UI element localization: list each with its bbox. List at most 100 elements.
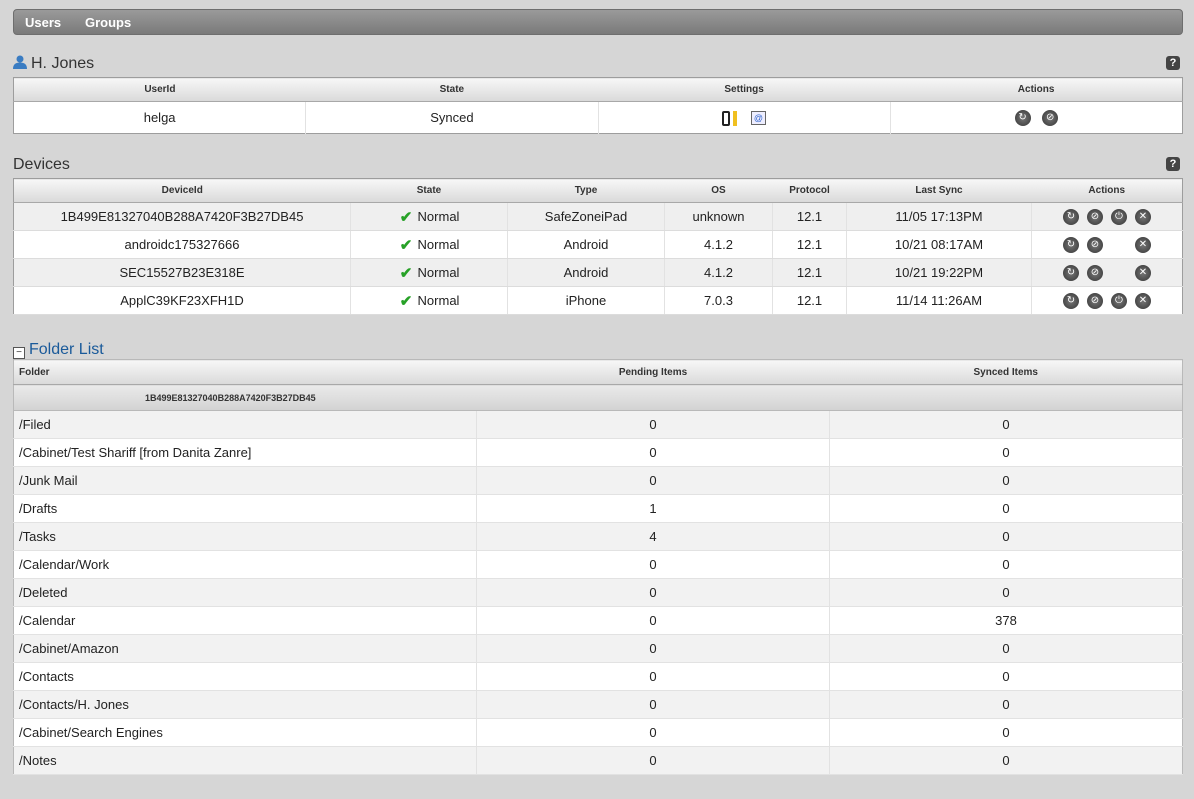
folder-row: /Notes 0 0 bbox=[13, 746, 1183, 775]
device-protocol-cell: 12.1 bbox=[772, 286, 847, 315]
col-last-sync: Last Sync bbox=[846, 178, 1032, 203]
col-folder: Folder bbox=[13, 359, 477, 385]
folder-name-cell: /Calendar bbox=[13, 606, 477, 635]
device-state-cell: ✔ Normal bbox=[350, 230, 508, 259]
device-actions-cell: ↻ ⊘ ⏻ ✕ bbox=[1031, 286, 1183, 315]
folder-list-title[interactable]: Folder List bbox=[29, 341, 104, 358]
block-icon[interactable]: ⊘ bbox=[1087, 236, 1103, 253]
refresh-icon[interactable]: ↻ bbox=[1063, 264, 1079, 281]
synced-items-cell: 0 bbox=[829, 494, 1183, 523]
power-icon[interactable]: ⏻ bbox=[1111, 292, 1127, 309]
device-row: ApplC39KF23XFH1D ✔ Normal iPhone 7.0.3 12.1 11… bbox=[13, 286, 1183, 315]
collapse-toggle-icon[interactable]: − bbox=[13, 347, 25, 359]
device-state-cell: ✔ Normal bbox=[350, 202, 508, 231]
block-icon[interactable]: ⊘ bbox=[1042, 109, 1059, 126]
device-os-cell: 4.1.2 bbox=[664, 258, 773, 287]
device-protocol-cell: 12.1 bbox=[772, 230, 847, 259]
settings-cell: @ bbox=[598, 101, 891, 134]
device-type-cell: iPhone bbox=[507, 286, 665, 315]
folder-row: /Contacts 0 0 bbox=[13, 662, 1183, 691]
device-id-cell: SEC15527B23E318E bbox=[13, 258, 351, 287]
device-state-label: Normal bbox=[417, 265, 460, 280]
refresh-icon[interactable]: ↻ bbox=[1063, 292, 1079, 309]
pending-items-cell: 0 bbox=[476, 578, 830, 607]
folder-name-cell: /Contacts bbox=[13, 662, 477, 691]
synced-items-cell: 0 bbox=[829, 522, 1183, 551]
power-icon[interactable]: ⏻ bbox=[1111, 208, 1127, 225]
device-state-cell: ✔ Normal bbox=[350, 258, 508, 287]
pending-items-cell: 0 bbox=[476, 662, 830, 691]
user-icon bbox=[13, 55, 27, 69]
folder-row: /Cabinet/Search Engines 0 0 bbox=[13, 718, 1183, 747]
device-type-cell: SafeZoneiPad bbox=[507, 202, 665, 231]
help-icon[interactable]: ? bbox=[1166, 56, 1180, 70]
col-synced: Synced Items bbox=[829, 359, 1183, 385]
device-type-cell: Android bbox=[507, 258, 665, 287]
check-icon: ✔ bbox=[399, 264, 413, 282]
col-state: State bbox=[350, 178, 508, 203]
device-id-cell: 1B499E81327040B288A7420F3B27DB45 bbox=[13, 202, 351, 231]
refresh-icon[interactable]: ↻ bbox=[1063, 236, 1079, 253]
block-icon[interactable]: ⊘ bbox=[1087, 264, 1103, 281]
tab-groups[interactable]: Groups bbox=[85, 15, 131, 30]
userid-cell: helga bbox=[13, 101, 307, 134]
device-protocol-cell: 12.1 bbox=[772, 202, 847, 231]
device-state-label: Normal bbox=[417, 237, 460, 252]
folder-row: /Filed 0 0 bbox=[13, 410, 1183, 439]
device-row: androidc175327666 ✔ Normal Android 4.1.2 12.1… bbox=[13, 230, 1183, 259]
col-protocol: Protocol bbox=[772, 178, 847, 203]
folder-list-heading: − Folder List bbox=[13, 341, 104, 359]
device-os-cell: unknown bbox=[664, 202, 773, 231]
synced-items-cell: 0 bbox=[829, 746, 1183, 775]
synced-items-cell: 0 bbox=[829, 578, 1183, 607]
folder-name-cell: /Notes bbox=[13, 746, 477, 775]
pending-items-cell: 0 bbox=[476, 606, 830, 635]
refresh-icon[interactable]: ↻ bbox=[1014, 109, 1031, 126]
folder-name-cell: /Contacts/H. Jones bbox=[13, 690, 477, 719]
synced-items-cell: 0 bbox=[829, 718, 1183, 747]
refresh-icon[interactable]: ↻ bbox=[1063, 208, 1079, 225]
folder-name-cell: /Junk Mail bbox=[13, 466, 477, 495]
synced-items-cell: 0 bbox=[829, 662, 1183, 691]
device-actions-cell: ↻ ⊘ ✕ bbox=[1031, 230, 1183, 259]
check-icon: ✔ bbox=[399, 236, 413, 254]
synced-items-cell: 0 bbox=[829, 438, 1183, 467]
folder-row: /Junk Mail 0 0 bbox=[13, 466, 1183, 495]
folder-row: /Cabinet/Amazon 0 0 bbox=[13, 634, 1183, 663]
pending-items-cell: 0 bbox=[476, 634, 830, 663]
col-actions: Actions bbox=[890, 77, 1183, 102]
folder-group-label: 1B499E81327040B288A7420F3B27DB45 bbox=[13, 384, 1183, 411]
pending-items-cell: 0 bbox=[476, 690, 830, 719]
device-actions-cell: ↻ ⊘ ⏻ ✕ bbox=[1031, 202, 1183, 231]
pending-items-cell: 0 bbox=[476, 550, 830, 579]
user-table: UserId State Settings Actions helga Sync… bbox=[13, 77, 1183, 134]
folder-row: /Calendar/Work 0 0 bbox=[13, 550, 1183, 579]
top-nav-bar: Users Groups bbox=[13, 9, 1183, 35]
folder-table: Folder Pending Items Synced Items 1B499E… bbox=[13, 359, 1183, 775]
calendar-settings-icon[interactable]: @ bbox=[750, 111, 766, 126]
synced-items-cell: 0 bbox=[829, 410, 1183, 439]
block-icon[interactable]: ⊘ bbox=[1087, 208, 1103, 225]
folder-name-cell: /Calendar/Work bbox=[13, 550, 477, 579]
folder-name-cell: /Cabinet/Test Shariff [from Danita Zanre… bbox=[13, 438, 477, 467]
device-state-label: Normal bbox=[417, 209, 460, 224]
device-last-sync-cell: 10/21 08:17AM bbox=[846, 230, 1032, 259]
folder-group-row: 1B499E81327040B288A7420F3B27DB45 bbox=[13, 384, 1183, 411]
col-pending: Pending Items bbox=[476, 359, 830, 385]
block-icon[interactable]: ⊘ bbox=[1087, 292, 1103, 309]
check-icon: ✔ bbox=[399, 292, 413, 310]
delete-icon[interactable]: ✕ bbox=[1135, 208, 1151, 225]
delete-icon[interactable]: ✕ bbox=[1135, 292, 1151, 309]
device-settings-icon[interactable] bbox=[722, 109, 738, 126]
delete-icon[interactable]: ✕ bbox=[1135, 264, 1151, 281]
pending-items-cell: 0 bbox=[476, 718, 830, 747]
device-os-cell: 7.0.3 bbox=[664, 286, 773, 315]
help-icon[interactable]: ? bbox=[1166, 157, 1180, 171]
folder-row: /Calendar 0 378 bbox=[13, 606, 1183, 635]
delete-icon[interactable]: ✕ bbox=[1135, 236, 1151, 253]
user-section-title: H. Jones bbox=[13, 55, 94, 73]
device-type-cell: Android bbox=[507, 230, 665, 259]
device-id-cell: ApplC39KF23XFH1D bbox=[13, 286, 351, 315]
check-icon: ✔ bbox=[399, 208, 413, 226]
tab-users[interactable]: Users bbox=[25, 15, 61, 30]
